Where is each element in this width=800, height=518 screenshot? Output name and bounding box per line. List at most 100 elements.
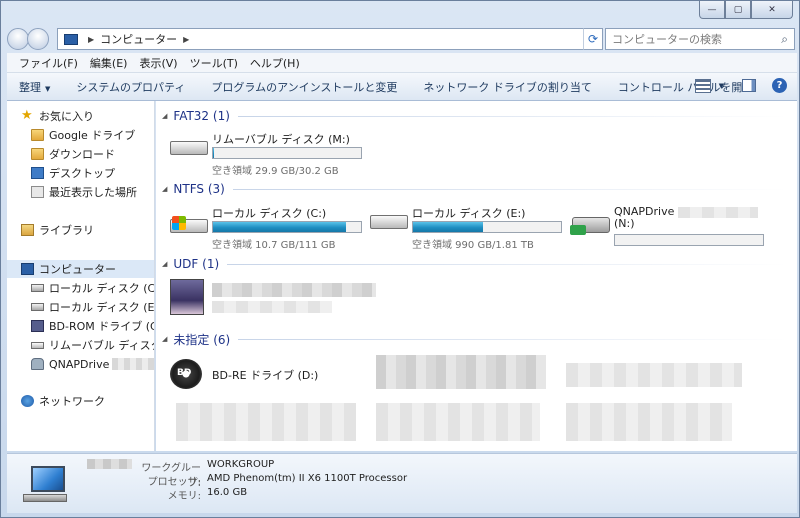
nav-downloads[interactable]: ダウンロード — [31, 145, 154, 163]
nav-item-label: 最近表示した場所 — [49, 186, 137, 199]
group-divider — [237, 115, 787, 117]
keyboard-shape — [23, 494, 67, 502]
usage-bar — [212, 221, 362, 233]
details-pane: ワークグループ: WORKGROUP プロセッサ: AMD Phenom(tm)… — [7, 453, 797, 513]
minimize-button[interactable]: — — [699, 1, 725, 19]
address-bar[interactable]: ▶ コンピューター ▶ ▼ — [57, 28, 603, 50]
redacted-item — [376, 403, 540, 441]
nav-drive-c[interactable]: ローカル ディスク (C:) — [31, 279, 154, 297]
detail-value: AMD Phenom(tm) II X6 1100T Processor — [207, 473, 408, 484]
nav-network[interactable]: ネットワーク — [21, 392, 154, 410]
usage-fill — [413, 222, 483, 232]
drive-name: ローカル ディスク (E:) — [412, 207, 526, 220]
menu-bar: ファイル(F) 編集(E) 表示(V) ツール(T) ヘルプ(H) — [7, 53, 797, 73]
usage-fill — [213, 148, 215, 158]
group-title: FAT32 (1) — [173, 109, 230, 123]
drive-n[interactable]: QNAPDrive (N:) — [570, 205, 782, 253]
nav-item-label: リムーバブル ディスク ( — [49, 339, 154, 352]
nav-favorites[interactable]: ★ お気に入り — [21, 107, 154, 125]
group-header-unspecified[interactable]: ◢ 未指定 (6) — [156, 330, 797, 348]
detail-key: メモリ: — [167, 491, 201, 502]
view-controls: ▼ ? — [694, 78, 787, 93]
organize-button[interactable]: 整理 ▼ — [19, 79, 50, 95]
hard-drive-icon — [31, 284, 44, 292]
drive-free-space: 空き領域 990 GB/1.81 TB — [412, 240, 534, 251]
collapse-icon[interactable]: ◢ — [162, 112, 167, 120]
windows-logo-icon — [172, 216, 186, 230]
breadcrumb-chevron-icon[interactable]: ▶ — [183, 35, 189, 44]
usage-fill — [213, 222, 347, 232]
change-view-icon[interactable] — [694, 78, 711, 93]
nav-recent-places[interactable]: 最近表示した場所 — [31, 183, 154, 201]
close-button[interactable]: ✕ — [751, 1, 793, 19]
uninstall-programs-button[interactable]: プログラムのアンインストールと変更 — [211, 79, 397, 95]
back-button[interactable] — [7, 28, 29, 50]
menu-view[interactable]: 表示(V) — [139, 55, 177, 71]
menu-file[interactable]: ファイル(F) — [19, 55, 78, 71]
refresh-icon[interactable]: ⟳ — [583, 28, 603, 50]
nav-drive-g[interactable]: BD-ROM ドライブ (G:) — [31, 317, 154, 335]
search-input[interactable]: コンピューターの検索 ⌕ — [605, 28, 795, 50]
menu-tools[interactable]: ツール(T) — [190, 55, 238, 71]
nav-computer-label: コンピューター — [39, 263, 116, 276]
nav-libraries[interactable]: ライブラリ — [21, 221, 154, 239]
group-header-udf[interactable]: ◢ UDF (1) — [156, 255, 797, 273]
collapse-icon[interactable]: ◢ — [162, 260, 167, 268]
caption-buttons: — ▢ ✕ — [699, 1, 793, 19]
computer-icon — [64, 33, 78, 45]
forward-button[interactable] — [27, 28, 49, 50]
command-bar: 整理 ▼ システムのプロパティ プログラムのアンインストールと変更 ネットワーク … — [7, 73, 797, 101]
view-dropdown-icon[interactable]: ▼ — [719, 82, 724, 90]
search-icon[interactable]: ⌕ — [781, 32, 788, 47]
menu-help[interactable]: ヘルプ(H) — [250, 55, 300, 71]
drive-e[interactable]: ローカル ディスク (E:) 空き領域 990 GB/1.81 TB — [370, 205, 580, 253]
preview-pane-icon[interactable] — [742, 79, 756, 92]
collapse-icon[interactable]: ◢ — [162, 335, 167, 343]
drive-c[interactable]: ローカル ディスク (C:) 空き領域 10.7 GB/111 GB — [170, 205, 380, 253]
organize-label: 整理 — [19, 80, 41, 94]
nav-removable-disk[interactable]: リムーバブル ディスク ( — [31, 336, 154, 354]
system-properties-button[interactable]: システムのプロパティ — [76, 79, 185, 95]
breadcrumb-computer[interactable]: コンピューター — [100, 31, 177, 47]
drive-name: QNAPDrive — [614, 205, 759, 218]
menu-edit[interactable]: 編集(E) — [90, 55, 128, 71]
nav-drive-e[interactable]: ローカル ディスク (E:) — [31, 298, 154, 316]
nav-item-label: QNAPDrive — [49, 357, 110, 371]
detail-key: プロセッサ: — [147, 477, 201, 488]
nav-desktop[interactable]: デスクトップ — [31, 164, 154, 182]
nav-computer[interactable]: コンピューター — [7, 260, 154, 278]
network-drive-icon — [31, 358, 44, 370]
drive-udf[interactable] — [170, 279, 390, 327]
maximize-button[interactable]: ▢ — [725, 1, 751, 19]
drive-letter: (N:) — [614, 217, 635, 230]
redacted-text — [112, 358, 154, 370]
nav-network-label: ネットワーク — [39, 395, 105, 408]
desktop-icon — [31, 167, 44, 179]
network-icon — [21, 395, 34, 407]
redacted-item — [376, 355, 546, 389]
help-icon[interactable]: ? — [772, 78, 787, 93]
network-plug-icon — [570, 225, 586, 235]
download-folder-icon — [31, 148, 44, 160]
map-network-drive-button[interactable]: ネットワーク ドライブの割り当て — [423, 79, 592, 95]
recent-places-icon — [31, 186, 44, 198]
drive-free-space: 空き領域 29.9 GB/30.2 GB — [212, 166, 339, 177]
computer-icon — [23, 466, 67, 502]
group-header-ntfs[interactable]: ◢ NTFS (3) — [156, 180, 797, 198]
detail-workgroup: ワークグループ: WORKGROUP — [87, 459, 507, 489]
drive-m[interactable]: リムーバブル ディスク (M:) 空き領域 29.9 GB/30.2 GB — [170, 131, 380, 179]
group-header-fat32[interactable]: ◢ FAT32 (1) — [156, 107, 797, 125]
nav-google-drive[interactable]: Google ドライブ — [31, 126, 154, 144]
group-divider — [227, 263, 787, 265]
removable-disk-icon — [170, 141, 208, 155]
nav-item-label: ダウンロード — [49, 148, 115, 161]
group-divider — [238, 338, 787, 340]
drive-d[interactable]: BD BD-RE ドライブ (D:) — [170, 355, 370, 403]
collapse-icon[interactable]: ◢ — [162, 185, 167, 193]
usage-bar — [412, 221, 562, 233]
detail-value: WORKGROUP — [207, 459, 275, 470]
group-title: NTFS (3) — [173, 182, 225, 196]
usage-bar — [614, 234, 764, 246]
breadcrumb-chevron-icon[interactable]: ▶ — [88, 35, 94, 44]
nav-qnapdrive[interactable]: QNAPDrive — [31, 355, 154, 373]
